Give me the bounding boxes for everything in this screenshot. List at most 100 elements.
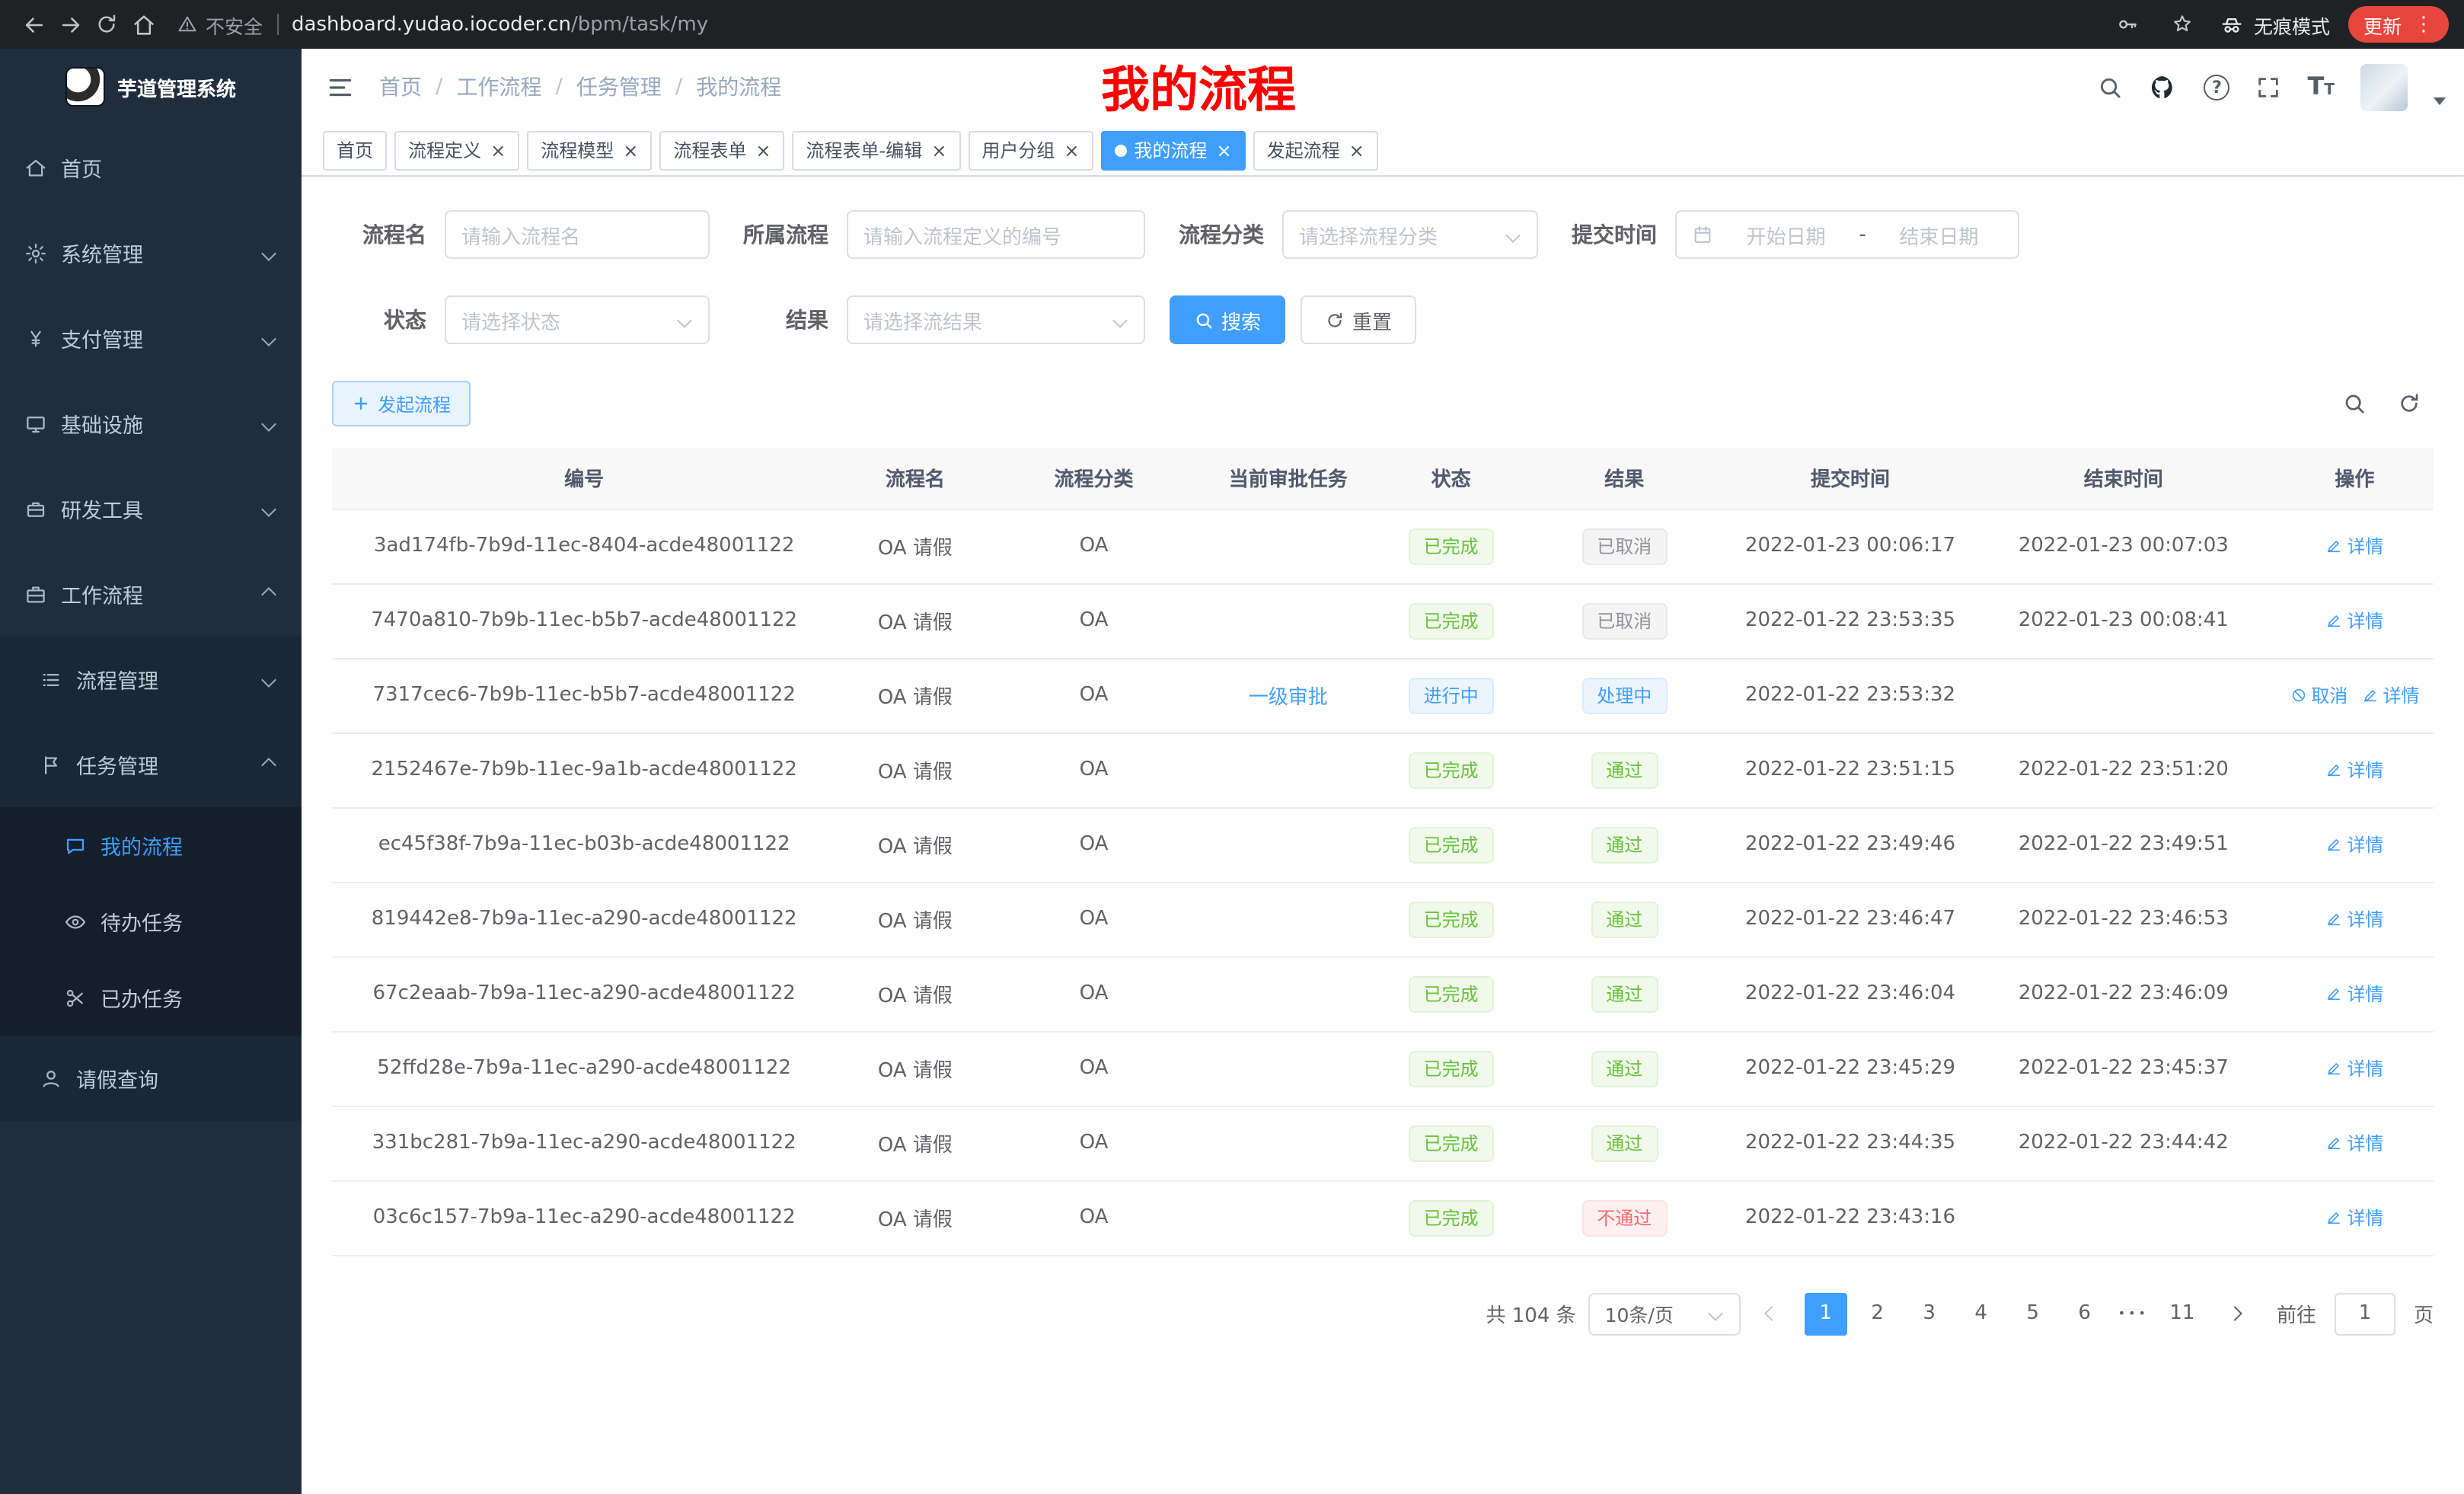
sidebar-item-process-mgmt[interactable]: 流程管理 <box>0 637 302 722</box>
detail-link[interactable]: 详情 <box>2325 756 2383 782</box>
detail-link[interactable]: 详情 <box>2325 532 2383 558</box>
cell-result: 通过 <box>1519 1106 1729 1180</box>
close-icon[interactable]: × <box>1349 141 1364 159</box>
goto-suffix: 页 <box>2414 1299 2434 1328</box>
address-bar[interactable]: 不安全 dashboard.yudao.iocoder.cn/bpm/task/… <box>177 10 2109 39</box>
close-icon[interactable]: × <box>623 141 638 159</box>
sidebar-item-payment[interactable]: 支付管理 <box>0 295 302 381</box>
security-label: 不安全 <box>206 10 263 39</box>
browser-forward-icon[interactable] <box>52 6 88 43</box>
browser-refresh-icon[interactable] <box>88 6 125 43</box>
detail-link[interactable]: 详情 <box>2325 607 2383 633</box>
show-search-icon[interactable] <box>2342 391 2367 416</box>
process-name-input[interactable]: 请输入流程名 <box>445 210 710 259</box>
sidebar-item-devtools[interactable]: 研发工具 <box>0 466 302 551</box>
cancel-link[interactable]: 取消 <box>2290 682 2348 707</box>
tab-process-form[interactable]: 流程表单× <box>659 130 784 170</box>
github-icon[interactable] <box>2150 72 2178 101</box>
sidebar-item-leave-query[interactable]: 请假查询 <box>0 1036 302 1121</box>
pagination-page-11[interactable]: 11 <box>2161 1292 2204 1335</box>
sidebar-item-home[interactable]: 首页 <box>0 125 302 210</box>
sidebar-item-system[interactable]: 系统管理 <box>0 210 302 295</box>
detail-link[interactable]: 详情 <box>2325 1055 2383 1081</box>
breadcrumb-item[interactable]: 首页 <box>379 72 422 102</box>
avatar[interactable] <box>2360 63 2408 110</box>
browser-back-icon[interactable] <box>15 6 52 43</box>
cell-id: 7317cec6-7b9b-11ec-b5b7-acde48001122 <box>332 658 836 733</box>
cell-category: OA <box>994 583 1193 658</box>
pagination-prev-button[interactable] <box>1753 1292 1792 1335</box>
pagination-page-1[interactable]: 1 <box>1805 1292 1847 1335</box>
chevron-down-icon[interactable] <box>2434 97 2446 104</box>
pagination-page-4[interactable]: 4 <box>1960 1292 2003 1335</box>
tab-my-process[interactable]: 我的流程× <box>1100 130 1245 170</box>
font-size-icon[interactable]: TT <box>2308 75 2335 99</box>
goto-page-input[interactable]: 1 <box>2335 1292 2395 1335</box>
close-icon[interactable]: × <box>1217 141 1232 159</box>
detail-link[interactable]: 详情 <box>2325 1204 2383 1230</box>
detail-link[interactable]: 详情 <box>2361 682 2419 707</box>
pagination-page-6[interactable]: 6 <box>2063 1292 2106 1335</box>
detail-link[interactable]: 详情 <box>2325 1129 2383 1155</box>
close-icon[interactable]: × <box>490 141 506 159</box>
incognito-label: 无痕模式 <box>2254 10 2330 39</box>
page-size-select[interactable]: 10条/页 <box>1588 1292 1741 1335</box>
pagination-more-icon[interactable]: ••• <box>2115 1307 2152 1320</box>
cell-id: 67c2eaab-7b9a-11ec-a290-acde48001122 <box>332 956 836 1031</box>
detail-link[interactable]: 详情 <box>2325 831 2383 857</box>
cell-name: OA 请假 <box>836 509 994 583</box>
close-icon[interactable]: × <box>931 141 946 159</box>
search-icon[interactable] <box>2098 74 2124 100</box>
reset-button[interactable]: 重置 <box>1301 295 1416 344</box>
app-logo-row[interactable]: 芋道管理系统 <box>0 49 302 125</box>
sidebar-item-todo-task[interactable]: 待办任务 <box>0 883 302 959</box>
category-select[interactable]: 请选择流程分类 <box>1282 210 1538 259</box>
detail-link[interactable]: 详情 <box>2325 905 2383 931</box>
tab-user-group[interactable]: 用户分组× <box>968 130 1093 170</box>
breadcrumb-item[interactable]: 任务管理 <box>576 72 662 102</box>
bookmark-star-icon[interactable] <box>2164 6 2201 43</box>
edit-icon <box>2325 1208 2342 1225</box>
process-def-input[interactable]: 请输入流程定义的编号 <box>847 210 1145 259</box>
task-link[interactable]: 一级审批 <box>1249 687 1328 710</box>
tab-start-process[interactable]: 发起流程× <box>1253 130 1378 170</box>
detail-link[interactable]: 详情 <box>2325 980 2383 1006</box>
breadcrumb-item[interactable]: 工作流程 <box>456 72 541 102</box>
pagination-page-3[interactable]: 3 <box>1908 1292 1951 1335</box>
browser-update-button[interactable]: 更新 ⋮ <box>2348 6 2449 43</box>
pagination-next-button[interactable] <box>2216 1292 2255 1335</box>
password-key-icon[interactable] <box>2109 6 2146 43</box>
cell-end-time: 2022-01-22 23:46:09 <box>1971 956 2276 1031</box>
pagination-page-5[interactable]: 5 <box>2012 1292 2054 1335</box>
submit-time-range-picker[interactable]: 开始日期 - 结束日期 <box>1675 210 2019 259</box>
close-icon[interactable]: × <box>1064 141 1079 159</box>
edit-icon <box>2325 910 2342 927</box>
sidebar-item-infra[interactable]: 基础设施 <box>0 381 302 466</box>
result-select[interactable]: 请选择流结果 <box>847 295 1145 344</box>
refresh-table-icon[interactable] <box>2397 391 2421 416</box>
start-process-button[interactable]: 发起流程 <box>332 381 471 426</box>
cell-task <box>1194 733 1383 807</box>
sidebar-item-workflow[interactable]: 工作流程 <box>0 551 302 637</box>
page-url[interactable]: dashboard.yudao.iocoder.cn/bpm/task/my <box>292 13 708 36</box>
tab-home[interactable]: 首页 <box>323 130 387 170</box>
cell-end-time: 2022-01-23 00:08:41 <box>1971 583 2276 658</box>
refresh-icon <box>1325 310 1345 330</box>
browser-menu-icon[interactable]: ⋮ <box>2414 13 2434 36</box>
status-select[interactable]: 请选择状态 <box>445 295 710 344</box>
cell-name: OA 请假 <box>836 658 994 733</box>
security-warning[interactable]: 不安全 <box>177 10 263 39</box>
pagination-page-2[interactable]: 2 <box>1856 1292 1899 1335</box>
sidebar-item-task-mgmt[interactable]: 任务管理 <box>0 722 302 807</box>
sidebar-item-done-task[interactable]: 已办任务 <box>0 959 302 1036</box>
hamburger-icon[interactable] <box>326 72 355 101</box>
close-icon[interactable]: × <box>755 141 771 159</box>
fullscreen-icon[interactable] <box>2256 74 2282 100</box>
search-button[interactable]: 搜索 <box>1170 295 1285 344</box>
help-icon[interactable]: ? <box>2204 74 2230 100</box>
tab-process-definition[interactable]: 流程定义× <box>394 130 519 170</box>
sidebar-item-my-process[interactable]: 我的流程 <box>0 807 302 883</box>
tab-process-form-edit[interactable]: 流程表单-编辑× <box>793 130 961 170</box>
browser-home-icon[interactable] <box>125 6 161 43</box>
tab-process-model[interactable]: 流程模型× <box>527 130 652 170</box>
